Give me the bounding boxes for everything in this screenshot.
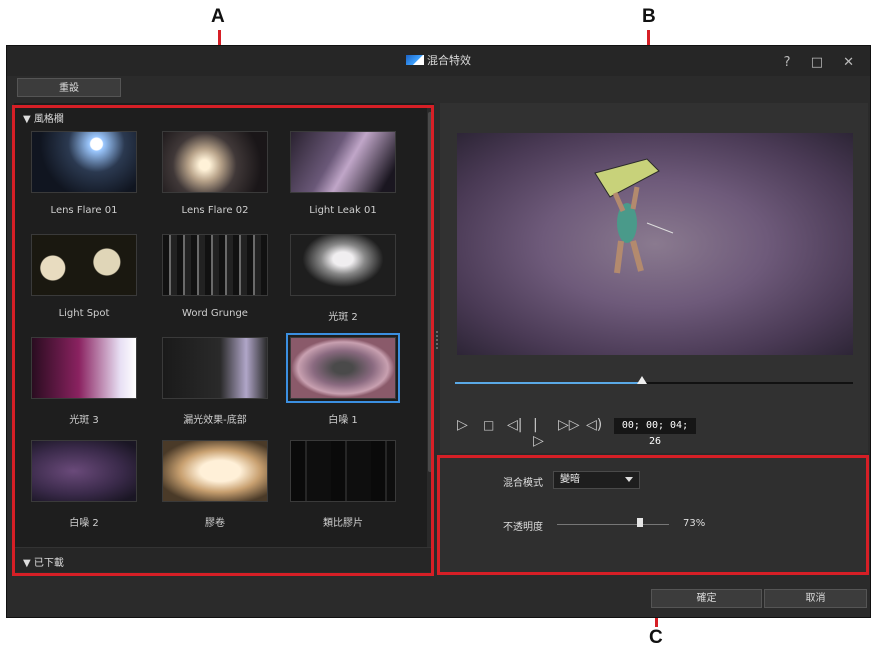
timeline-progress xyxy=(455,382,643,384)
timeline-thumb[interactable] xyxy=(637,376,648,384)
kiteboarder-image xyxy=(594,158,674,274)
library-scrollbar[interactable] xyxy=(427,108,434,547)
callout-a-label: A xyxy=(211,6,225,27)
noise-thumb[interactable] xyxy=(31,440,137,502)
film-thumb[interactable] xyxy=(162,440,268,502)
light-spot-thumb[interactable] xyxy=(31,234,137,296)
noise-thumb[interactable] xyxy=(286,333,400,403)
effect-tile[interactable]: 白噪 2 xyxy=(28,440,140,529)
scroll-thumb[interactable] xyxy=(428,112,433,472)
light-leak-thumb[interactable] xyxy=(162,337,268,399)
blend-mode-label: 混合模式 xyxy=(503,478,543,489)
title-bar: 混合特效 ? □ ✕ xyxy=(7,46,870,76)
callout-b-label: B xyxy=(642,6,656,27)
effect-tile-label: 光斑 3 xyxy=(69,415,99,426)
stop-icon[interactable]: □ xyxy=(483,418,494,432)
effect-tile-label: Word Grunge xyxy=(182,308,248,319)
flare-thumb[interactable] xyxy=(290,234,396,296)
opacity-slider-thumb[interactable] xyxy=(637,518,643,527)
volume-icon[interactable]: ◁) xyxy=(586,417,602,433)
video-preview xyxy=(457,133,853,355)
effect-tile[interactable]: Lens Flare 02 xyxy=(159,131,271,216)
light-leak-thumb[interactable] xyxy=(290,131,396,193)
effect-tile[interactable]: 光斑 3 xyxy=(28,337,140,426)
effect-library-panel: ▼ 風格欄 Lens Flare 01 Lens Flare 02 Light Le… xyxy=(14,103,434,572)
app-logo-icon xyxy=(406,55,424,65)
downloaded-header-bar[interactable]: ▼ 已下載 xyxy=(14,547,434,572)
blend-mode-value: 變暗 xyxy=(560,474,580,485)
ok-button[interactable]: 確定 xyxy=(651,589,762,608)
opacity-value: 73% xyxy=(683,518,706,529)
next-frame-icon[interactable]: |▷ xyxy=(533,417,544,449)
effect-tile[interactable]: 類比膠片 xyxy=(287,440,399,529)
opacity-slider[interactable] xyxy=(557,524,669,525)
blend-effect-window: 混合特效 ? □ ✕ 重設 ▼ 風格欄 Lens Flare 01 Lens Fl… xyxy=(6,45,871,618)
chevron-down-icon xyxy=(625,477,633,482)
timeline-slider[interactable] xyxy=(455,376,853,384)
effect-tile[interactable]: 漏光效果-底部 xyxy=(159,337,271,426)
window-title-text: 混合特效 xyxy=(427,54,471,67)
panel-divider-grip[interactable] xyxy=(436,331,438,349)
category-header[interactable]: ▼ 風格欄 xyxy=(23,110,64,125)
prev-frame-icon[interactable]: ◁| xyxy=(507,417,522,433)
effect-tile[interactable]: Light Leak 01 xyxy=(287,131,399,216)
effect-tile-label: Light Leak 01 xyxy=(309,205,377,216)
effect-tile[interactable]: Lens Flare 01 xyxy=(28,131,140,216)
callout-c-label: C xyxy=(649,627,663,648)
effect-tile-label: Lens Flare 01 xyxy=(50,205,118,216)
lens-flare-thumb[interactable] xyxy=(162,131,268,193)
grunge-thumb[interactable] xyxy=(162,234,268,296)
effect-tile[interactable]: Word Grunge xyxy=(159,234,271,319)
blend-settings-panel: 混合模式 變暗 不透明度 73% xyxy=(440,457,868,574)
flare-thumb[interactable] xyxy=(31,337,137,399)
effect-tile[interactable]: 光斑 2 xyxy=(287,234,399,323)
effect-tile[interactable]: 白噪 1 xyxy=(286,333,400,426)
lens-flare-thumb[interactable] xyxy=(31,131,137,193)
effect-tile-label: 白噪 1 xyxy=(328,415,358,426)
effect-tile-label: 白噪 2 xyxy=(69,518,99,529)
effect-tile[interactable]: Light Spot xyxy=(28,234,140,319)
effect-tile-label: 膠卷 xyxy=(205,518,225,529)
play-icon[interactable]: ▷ xyxy=(457,417,468,433)
blend-mode-dropdown[interactable]: 變暗 xyxy=(553,471,640,489)
timecode-display: 00; 00; 04; 26 xyxy=(614,418,696,447)
effect-tile-label: 類比膠片 xyxy=(323,518,363,529)
reset-button[interactable]: 重設 xyxy=(17,78,121,97)
window-controls[interactable]: ? □ ✕ xyxy=(784,55,862,70)
analog-film-thumb[interactable] xyxy=(290,440,396,502)
preview-panel: ▷ □ ◁| |▷ ▷▷ ◁) 00; 00; 04; 26 xyxy=(440,103,868,453)
fast-forward-icon[interactable]: ▷▷ xyxy=(558,417,580,433)
window-title: 混合特效 xyxy=(7,52,870,68)
downloaded-header[interactable]: ▼ 已下載 xyxy=(23,554,64,569)
effect-tile-label: 光斑 2 xyxy=(328,312,358,323)
effect-tile-label: Lens Flare 02 xyxy=(181,205,249,216)
cancel-button[interactable]: 取消 xyxy=(764,589,867,608)
effect-tile-label: Light Spot xyxy=(58,308,110,319)
opacity-label: 不透明度 xyxy=(503,522,543,533)
effect-tile[interactable]: 膠卷 xyxy=(159,440,271,529)
effect-tile-label: 漏光效果-底部 xyxy=(183,415,247,426)
